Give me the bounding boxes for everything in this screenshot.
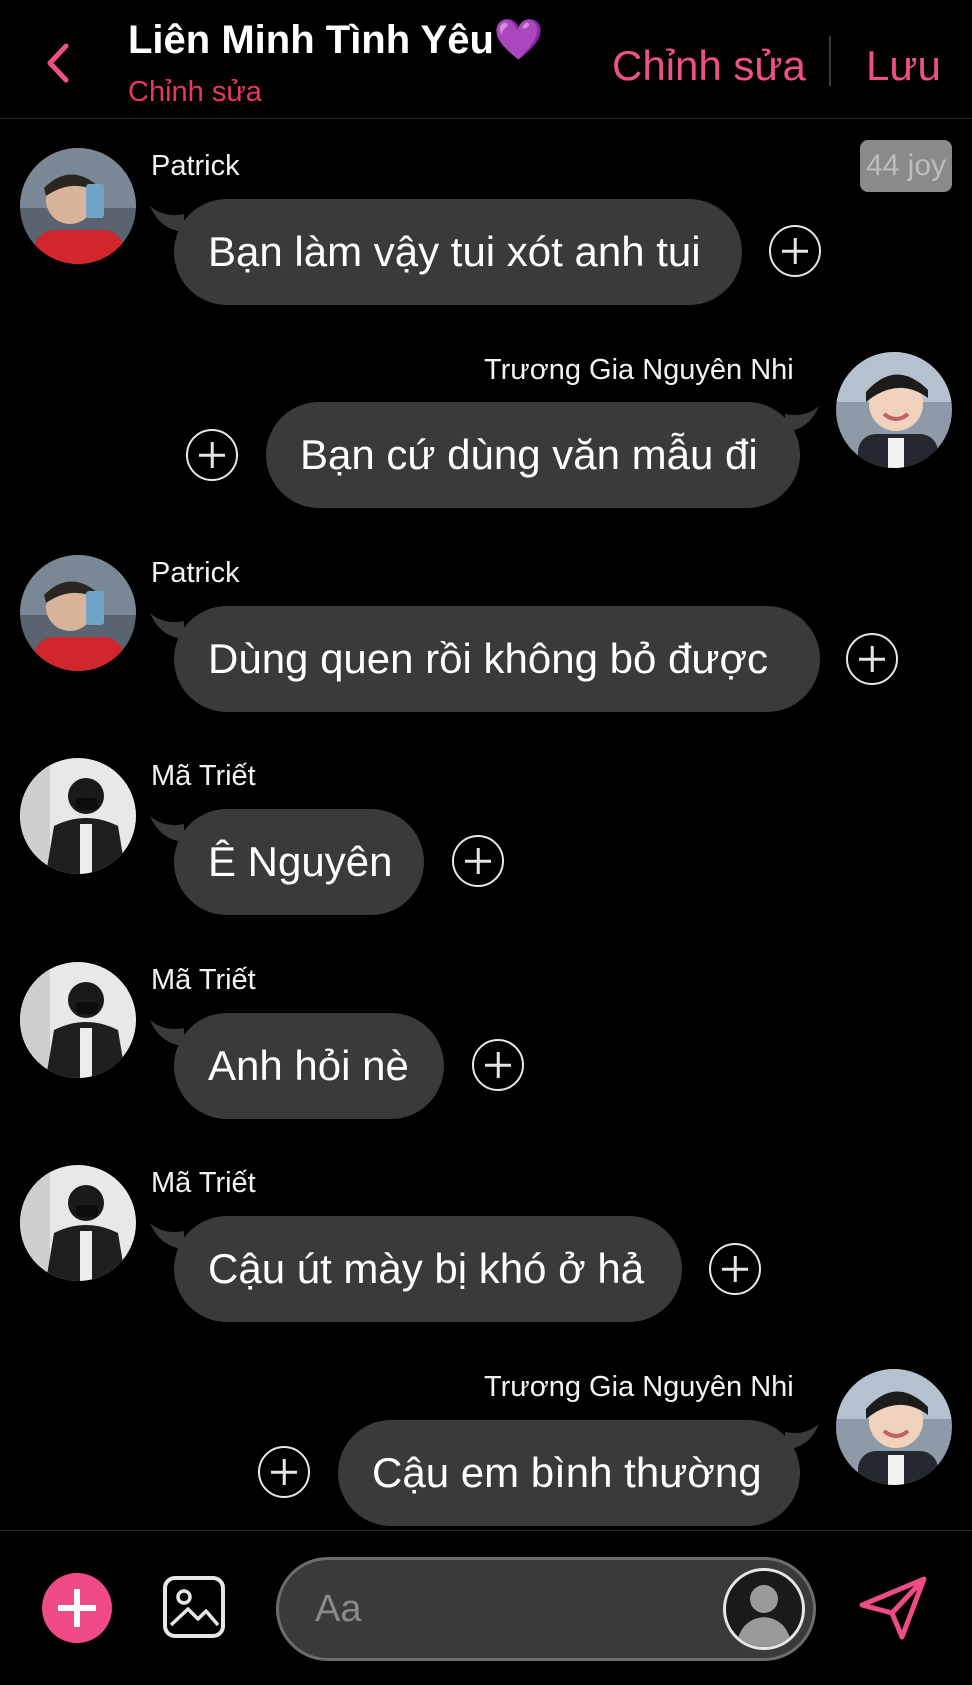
- sender-name: Mã Triết: [151, 964, 256, 996]
- avatar-patrick[interactable]: [20, 148, 136, 264]
- message-bubble[interactable]: Dùng quen rồi không bỏ được: [174, 606, 820, 712]
- message-input[interactable]: Aa: [276, 1557, 816, 1661]
- sender-name: Trương Gia Nguyên Nhi: [484, 1371, 794, 1403]
- group-title: Liên Minh Tình Yêu💜: [128, 18, 544, 62]
- sender-name: Trương Gia Nguyên Nhi: [484, 354, 794, 386]
- message-bubble[interactable]: Bạn làm vậy tui xót anh tui: [174, 199, 742, 305]
- sender-name: Patrick: [151, 150, 240, 182]
- add-button[interactable]: [42, 1573, 112, 1643]
- save-button[interactable]: Lưu: [866, 42, 941, 90]
- avatar-patrick[interactable]: [20, 555, 136, 671]
- chevron-left-icon[interactable]: [40, 38, 76, 88]
- plus-circle-icon[interactable]: [258, 1446, 310, 1498]
- chat-header: Liên Minh Tình Yêu💜 Chỉnh sửa Chỉnh sửa …: [0, 0, 972, 119]
- message-bubble[interactable]: Ê Nguyên: [174, 809, 424, 915]
- edit-button[interactable]: Chỉnh sửa: [612, 42, 806, 90]
- message-bubble[interactable]: Anh hỏi nè: [174, 1013, 444, 1119]
- message-bubble[interactable]: Cậu út mày bị khó ở hả: [174, 1216, 682, 1322]
- message-bubble[interactable]: Cậu em bình thường: [338, 1420, 800, 1526]
- header-divider: [829, 36, 831, 86]
- message-input-placeholder: Aa: [315, 1588, 362, 1630]
- plus-circle-icon[interactable]: [472, 1039, 524, 1091]
- avatar-ma-triet[interactable]: [20, 758, 136, 874]
- plus-circle-icon[interactable]: [186, 429, 238, 481]
- user-silhouette-icon[interactable]: [723, 1568, 805, 1650]
- plus-circle-icon[interactable]: [452, 835, 504, 887]
- avatar-nguyen-nhi[interactable]: [836, 1369, 952, 1485]
- avatar-nguyen-nhi[interactable]: [836, 352, 952, 468]
- composer-bar: Aa: [0, 1530, 972, 1685]
- message-bubble[interactable]: Bạn cứ dùng văn mẫu đi: [266, 402, 800, 508]
- plus-circle-icon[interactable]: [709, 1243, 761, 1295]
- sender-name: Patrick: [151, 557, 240, 589]
- avatar-ma-triet[interactable]: [20, 1165, 136, 1281]
- image-icon[interactable]: [162, 1575, 226, 1639]
- sender-name: Mã Triết: [151, 760, 256, 792]
- plus-circle-icon[interactable]: [769, 225, 821, 277]
- send-icon[interactable]: [858, 1575, 928, 1641]
- plus-circle-icon[interactable]: [846, 633, 898, 685]
- group-subtitle[interactable]: Chỉnh sửa: [128, 76, 262, 109]
- joy-badge: 44 joy: [860, 140, 952, 192]
- avatar-ma-triet[interactable]: [20, 962, 136, 1078]
- sender-name: Mã Triết: [151, 1167, 256, 1199]
